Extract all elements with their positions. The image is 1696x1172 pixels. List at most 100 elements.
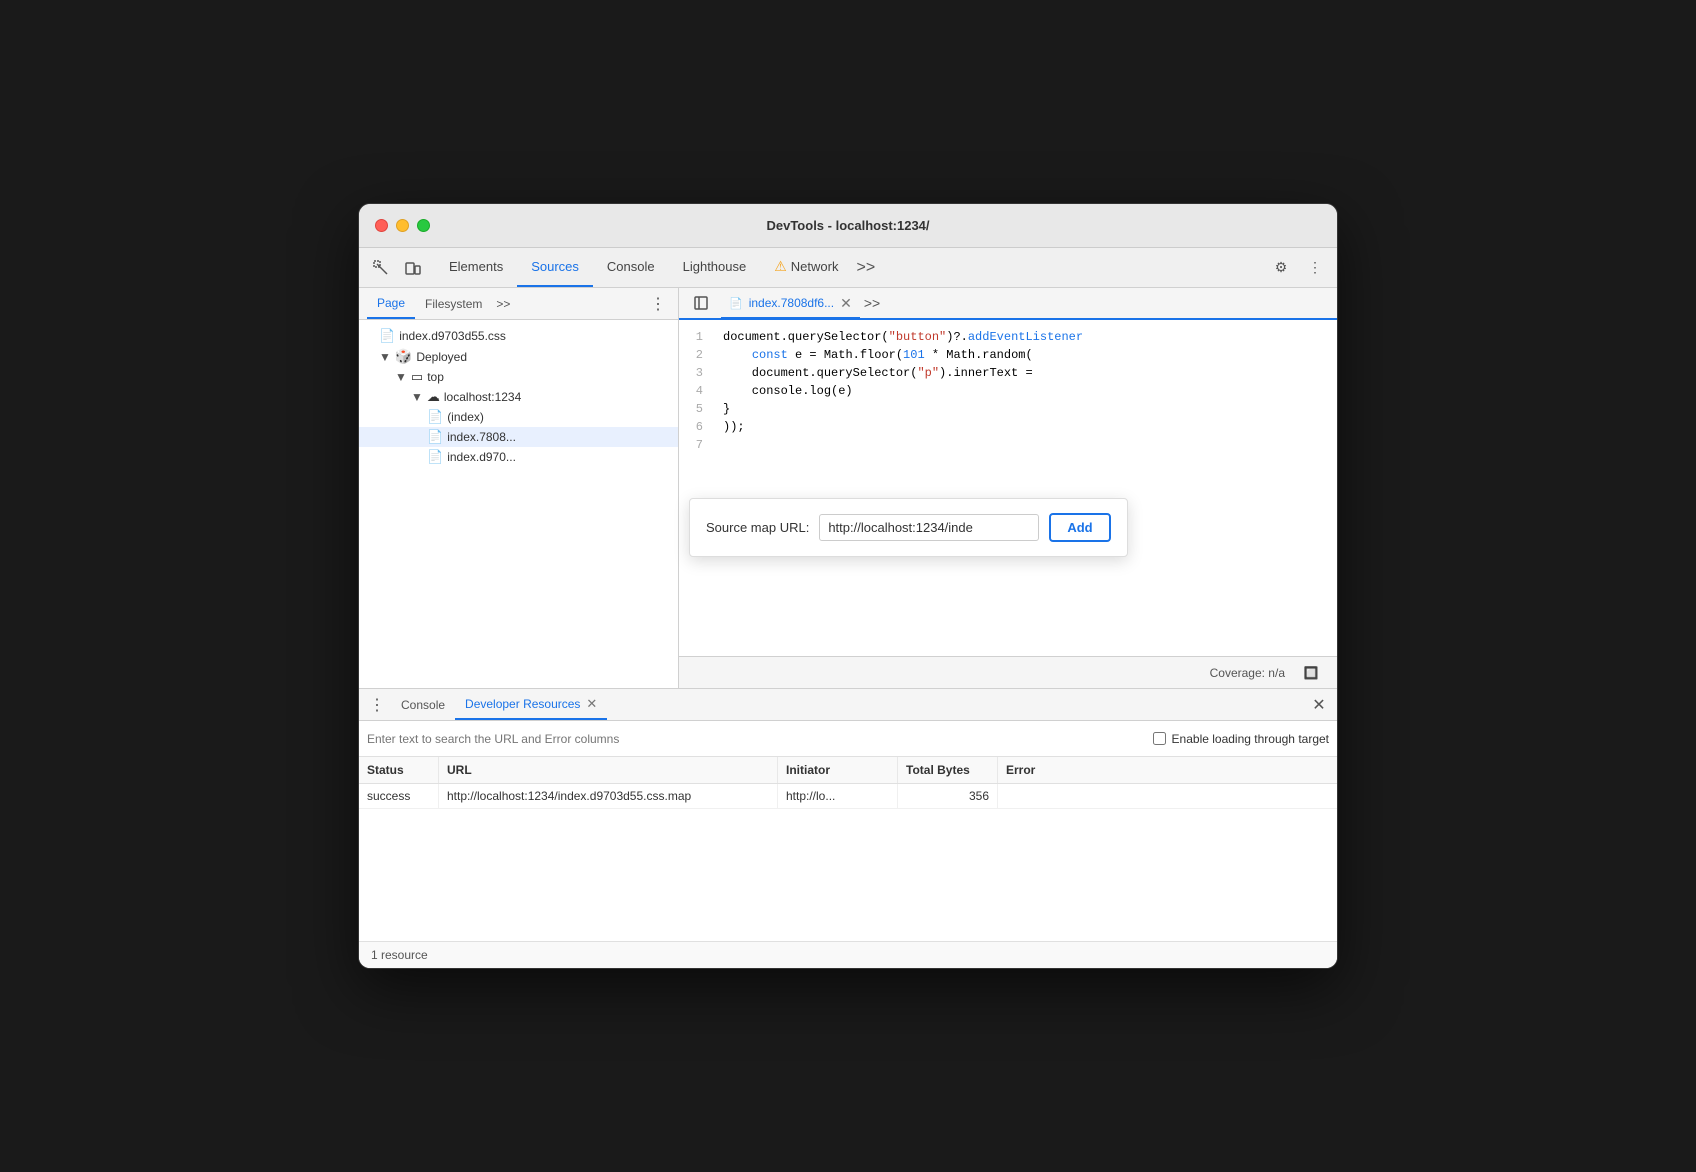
source-map-url-input[interactable] [819, 514, 1039, 541]
resources-table: Status URL Initiator Total Bytes Error s… [359, 757, 1337, 941]
localhost-folder-icon: ▼ [411, 390, 423, 404]
list-item[interactable]: 📄 (index) [359, 407, 678, 427]
drawer-menu-icon: ⋮ [369, 695, 385, 715]
index-file-icon: 📄 [427, 409, 443, 425]
warning-icon: ⚠ [774, 258, 787, 275]
tab-filesystem[interactable]: Filesystem [415, 288, 492, 319]
enable-loading-option: Enable loading through target [1153, 732, 1329, 746]
bottom-toolbar: Coverage: n/a 🔲 [679, 656, 1337, 688]
tab-sources[interactable]: Sources [517, 248, 593, 287]
list-item[interactable]: ▼ ▭ top [359, 367, 678, 387]
toolbar-icons [367, 254, 435, 282]
tab-drawer-console[interactable]: Console [391, 689, 455, 720]
file-tree: 📄 index.d9703d55.css ▼ 🎲 Deployed ▼ ▭ to… [359, 320, 678, 688]
left-panel: Page Filesystem >> ⋮ 📄 index.d9703d55.cs… [359, 288, 679, 688]
code-line-2: 2 const e = Math.floor(101 * Math.random… [679, 346, 1337, 364]
row-initiator: http://lo... [778, 784, 898, 808]
table-row[interactable]: success http://localhost:1234/index.d970… [359, 784, 1337, 809]
row-total-bytes: 356 [898, 784, 998, 808]
row-error [998, 784, 1337, 808]
devtools-main: Page Filesystem >> ⋮ 📄 index.d9703d55.cs… [359, 288, 1337, 688]
right-panel: 📄 index.7808df6... ✕ >> 1 document.query… [679, 288, 1337, 688]
dev-resources-toolbar: Enable loading through target [359, 721, 1337, 757]
dev-resources: Enable loading through target Status URL… [359, 721, 1337, 968]
device-toggle-icon[interactable] [399, 254, 427, 282]
css-file2-icon: 📄 [427, 449, 443, 465]
close-button[interactable] [375, 219, 388, 232]
enable-loading-checkbox[interactable] [1153, 732, 1166, 745]
titlebar: DevTools - localhost:1234/ [359, 204, 1337, 248]
tab-drawer-dev-resources[interactable]: Developer Resources ✕ [455, 689, 607, 720]
panel-menu-button[interactable]: ⋮ [646, 292, 670, 316]
list-item[interactable]: ▼ 🎲 Deployed [359, 346, 678, 367]
coverage-label: Coverage: n/a [1210, 666, 1285, 680]
dev-resources-search-input[interactable] [367, 732, 1141, 746]
drawer-menu-button[interactable]: ⋮ [363, 691, 391, 719]
tab-page[interactable]: Page [367, 288, 415, 319]
drawer-close-icon: ✕ [1312, 695, 1325, 715]
settings-button[interactable]: ⚙ [1267, 254, 1295, 282]
source-tabs: 📄 index.7808df6... ✕ >> [679, 288, 1337, 320]
tab-elements[interactable]: Elements [435, 248, 517, 287]
resources-count: 1 resource [371, 948, 428, 962]
window-title: DevTools - localhost:1234/ [766, 218, 929, 233]
col-initiator: Initiator [778, 757, 898, 783]
row-status: success [359, 784, 439, 808]
source-map-popup: Source map URL: Add [689, 498, 1128, 557]
minimize-button[interactable] [396, 219, 409, 232]
code-line-4: 4 console.log(e) [679, 382, 1337, 400]
code-line-7: 7 [679, 436, 1337, 454]
drawer: ⋮ Console Developer Resources ✕ ✕ [359, 688, 1337, 968]
inspect-icon[interactable] [367, 254, 395, 282]
dots-icon: ⋮ [1308, 259, 1322, 276]
devtools-body: Page Filesystem >> ⋮ 📄 index.d9703d55.cs… [359, 288, 1337, 968]
js-file-icon: 📄 [427, 429, 443, 445]
top-folder-icon: ▼ [395, 370, 407, 384]
col-total-bytes: Total Bytes [898, 757, 998, 783]
cloud-icon: ☁ [427, 389, 440, 405]
table-header: Status URL Initiator Total Bytes Error [359, 757, 1337, 784]
tab-network[interactable]: ⚠ Network [760, 248, 852, 287]
table-footer: 1 resource [359, 941, 1337, 968]
list-item[interactable]: 📄 index.d970... [359, 447, 678, 467]
panel-tabs: Page Filesystem >> ⋮ [359, 288, 678, 320]
source-tab-close-button[interactable]: ✕ [840, 295, 852, 312]
toolbar-tabs: Elements Sources Console Lighthouse ⚠ Ne… [435, 248, 1259, 287]
code-line-5: 5 } [679, 400, 1337, 418]
source-tab-more[interactable]: >> [864, 295, 880, 311]
toolbar-more-tabs[interactable]: >> [852, 259, 879, 277]
row-url: http://localhost:1234/index.d9703d55.css… [439, 784, 778, 808]
main-toolbar: Elements Sources Console Lighthouse ⚠ Ne… [359, 248, 1337, 288]
list-item[interactable]: 📄 index.d9703d55.css [359, 326, 678, 346]
source-map-add-button[interactable]: Add [1049, 513, 1110, 542]
frame-icon: ▭ [411, 369, 423, 385]
css-file-icon: 📄 [379, 328, 395, 344]
list-item[interactable]: 📄 index.7808... [359, 427, 678, 447]
tab-lighthouse[interactable]: Lighthouse [669, 248, 761, 287]
enable-loading-label: Enable loading through target [1172, 732, 1329, 746]
list-item[interactable]: ▼ ☁ localhost:1234 [359, 387, 678, 407]
cube-icon: 🎲 [395, 348, 412, 365]
more-menu-button[interactable]: ⋮ [1301, 254, 1329, 282]
tab-console[interactable]: Console [593, 248, 669, 287]
toolbar-right: ⚙ ⋮ [1259, 254, 1329, 282]
col-error: Error [998, 757, 1337, 783]
code-line-6: 6 )); [679, 418, 1337, 436]
source-file-icon: 📄 [729, 297, 743, 310]
drawer-tab-close-button[interactable]: ✕ [586, 696, 597, 712]
devtools-window: DevTools - localhost:1234/ Elements [358, 203, 1338, 969]
source-editor: 1 document.querySelector("button")?.addE… [679, 320, 1337, 656]
code-line-1: 1 document.querySelector("button")?.addE… [679, 328, 1337, 346]
deployed-folder-icon: ▼ [379, 350, 391, 364]
sources-sidebar-toggle[interactable] [687, 289, 715, 317]
maximize-button[interactable] [417, 219, 430, 232]
settings-icon: ⚙ [1275, 259, 1288, 276]
coverage-icon-button[interactable]: 🔲 [1297, 659, 1325, 687]
panel-more[interactable]: >> [496, 297, 510, 311]
drawer-tabs: ⋮ Console Developer Resources ✕ ✕ [359, 689, 1337, 721]
tab-source-file[interactable]: 📄 index.7808df6... ✕ [721, 289, 860, 319]
col-url: URL [439, 757, 778, 783]
traffic-lights [375, 219, 430, 232]
drawer-close-button[interactable]: ✕ [1305, 691, 1333, 719]
source-map-label: Source map URL: [706, 520, 809, 535]
